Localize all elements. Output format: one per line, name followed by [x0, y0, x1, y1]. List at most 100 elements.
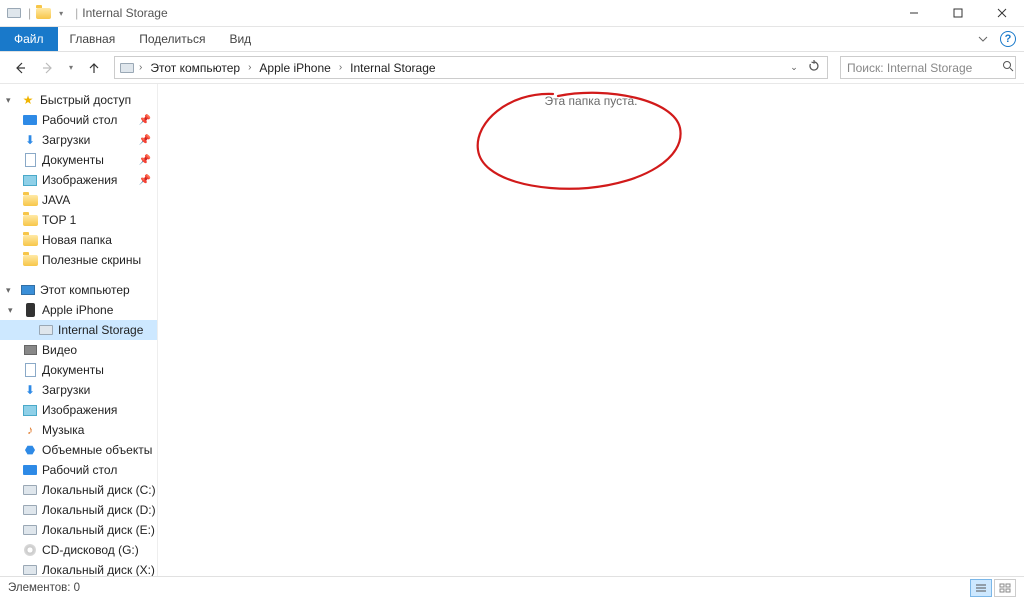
disk-icon: [22, 502, 38, 518]
pin-icon: 📌: [139, 115, 151, 126]
view-icons-button[interactable]: [994, 579, 1016, 597]
sidebar-item-label: Рабочий стол: [42, 113, 117, 127]
close-button[interactable]: [980, 0, 1024, 27]
down-icon: ⬇: [22, 382, 38, 398]
sidebar-item[interactable]: Локальный диск (D:): [0, 500, 157, 520]
chevron-right-icon[interactable]: ›: [248, 62, 251, 73]
sidebar-item[interactable]: Рабочий стол: [0, 460, 157, 480]
sidebar-item[interactable]: Новая папка: [0, 230, 157, 250]
navigation-pane[interactable]: ▾ ★ Быстрый доступ Рабочий стол📌⬇Загрузк…: [0, 84, 158, 576]
refresh-icon: [808, 60, 820, 72]
forward-icon: [41, 61, 55, 75]
file-tab[interactable]: Файл: [0, 27, 58, 51]
sidebar-item[interactable]: ▾Apple iPhone: [0, 300, 157, 320]
sidebar-item-label: Музыка: [42, 423, 84, 437]
ribbon-expand-icon[interactable]: [970, 27, 996, 51]
folder-content[interactable]: Эта папка пуста.: [158, 84, 1024, 576]
forward-button[interactable]: [36, 56, 60, 80]
music-icon: ♪: [22, 422, 38, 438]
navigation-bar: ▾ › Этот компьютер › Apple iPhone › Inte…: [0, 52, 1024, 84]
help-button[interactable]: ?: [1000, 31, 1016, 47]
sidebar-item[interactable]: ♪ Музыка: [0, 420, 157, 440]
sidebar-item[interactable]: Internal Storage: [0, 320, 157, 340]
minimize-button[interactable]: [892, 0, 936, 27]
view-details-button[interactable]: [970, 579, 992, 597]
search-icon[interactable]: [1002, 60, 1014, 75]
sidebar-item-label: Рабочий стол: [42, 463, 117, 477]
empty-folder-message: Эта папка пуста.: [158, 94, 1024, 108]
address-dropdown-icon[interactable]: ⌄: [785, 62, 803, 73]
sidebar-item[interactable]: Рабочий стол 📌: [0, 110, 157, 130]
disk-icon: [38, 322, 54, 338]
sidebar-item-label: Локальный диск (D:): [42, 503, 156, 517]
sidebar-item-label: Локальный диск (E:): [42, 523, 155, 537]
pin-icon: 📌: [139, 155, 151, 166]
this-pc-label: Этот компьютер: [40, 283, 130, 297]
sidebar-item[interactable]: ⬣Объемные объекты: [0, 440, 157, 460]
folder-icon: [22, 192, 38, 208]
sidebar-item[interactable]: Изображения 📌: [0, 170, 157, 190]
back-button[interactable]: [8, 56, 32, 80]
sidebar-item[interactable]: Видео: [0, 340, 157, 360]
this-pc-header[interactable]: ▾ Этот компьютер: [0, 280, 157, 300]
sidebar-item-label: Видео: [42, 343, 77, 357]
tab-view[interactable]: Вид: [217, 27, 263, 51]
sidebar-item[interactable]: ⬇Загрузки📌: [0, 130, 157, 150]
this-pc-group: ▾ Этот компьютер ▾Apple iPhoneInternal S…: [0, 280, 157, 576]
sidebar-item-label: Локальный диск (X:): [42, 563, 155, 576]
search-box[interactable]: [840, 56, 1016, 79]
desktop-icon: [22, 112, 38, 128]
sidebar-item-label: Новая папка: [42, 233, 112, 247]
folder-icon: [35, 5, 51, 21]
sidebar-item[interactable]: TOP 1: [0, 210, 157, 230]
sidebar-item-label: Загрузки: [42, 133, 90, 147]
title-bar: | ▾ | Internal Storage: [0, 0, 1024, 27]
up-button[interactable]: [82, 56, 106, 80]
pin-icon: 📌: [139, 175, 151, 186]
window-title: Internal Storage: [82, 6, 167, 20]
sidebar-item-label: Изображения: [42, 173, 117, 187]
status-item-count: Элементов: 0: [8, 582, 80, 594]
sidebar-item[interactable]: ⬇ Загрузки: [0, 380, 157, 400]
breadcrumb-item[interactable]: Apple iPhone: [255, 59, 334, 77]
address-drive-icon: [119, 60, 135, 76]
quick-access-header[interactable]: ▾ ★ Быстрый доступ: [0, 90, 157, 110]
sidebar-item[interactable]: CD-дисковод (G:): [0, 540, 157, 560]
disk-icon: [22, 522, 38, 538]
qat-dropdown-icon[interactable]: ▾: [53, 5, 69, 21]
desktop-icon: [22, 462, 38, 478]
chevron-right-icon[interactable]: ›: [339, 62, 342, 73]
breadcrumb-item[interactable]: Этот компьютер: [146, 59, 244, 77]
maximize-button[interactable]: [936, 0, 980, 27]
sidebar-item-label: Документы: [42, 153, 104, 167]
chevron-right-icon[interactable]: ›: [139, 62, 142, 73]
tab-home[interactable]: Главная: [58, 27, 128, 51]
refresh-button[interactable]: [805, 60, 823, 75]
sidebar-item-label: TOP 1: [42, 213, 76, 227]
sidebar-item[interactable]: Изображения: [0, 400, 157, 420]
search-input[interactable]: [847, 61, 1002, 75]
title-sep: |: [28, 6, 31, 20]
minimize-icon: [909, 8, 919, 18]
recent-dropdown-icon[interactable]: ▾: [64, 56, 78, 80]
sidebar-item[interactable]: JAVA: [0, 190, 157, 210]
breadcrumb-item[interactable]: Internal Storage: [346, 59, 439, 77]
pc-icon: [20, 282, 36, 298]
sidebar-item[interactable]: Локальный диск (C:): [0, 480, 157, 500]
tab-share[interactable]: Поделиться: [127, 27, 217, 51]
sidebar-item[interactable]: Полезные скрины: [0, 250, 157, 270]
sidebar-item[interactable]: Документы 📌: [0, 150, 157, 170]
sidebar-item[interactable]: Документы: [0, 360, 157, 380]
sidebar-item-label: Объемные объекты: [42, 443, 152, 457]
view-toggles: [970, 579, 1016, 597]
sidebar-item[interactable]: Локальный диск (E:): [0, 520, 157, 540]
caret-down-icon[interactable]: ▾: [8, 305, 18, 316]
sidebar-item-label: Локальный диск (C:): [42, 483, 156, 497]
caret-down-icon[interactable]: ▾: [6, 95, 16, 106]
sidebar-item-label: CD-дисковод (G:): [42, 543, 139, 557]
sidebar-item-label: Загрузки: [42, 383, 90, 397]
address-bar[interactable]: › Этот компьютер › Apple iPhone › Intern…: [114, 56, 828, 79]
details-icon: [975, 583, 987, 593]
caret-down-icon[interactable]: ▾: [6, 285, 16, 296]
sidebar-item[interactable]: Локальный диск (X:): [0, 560, 157, 576]
